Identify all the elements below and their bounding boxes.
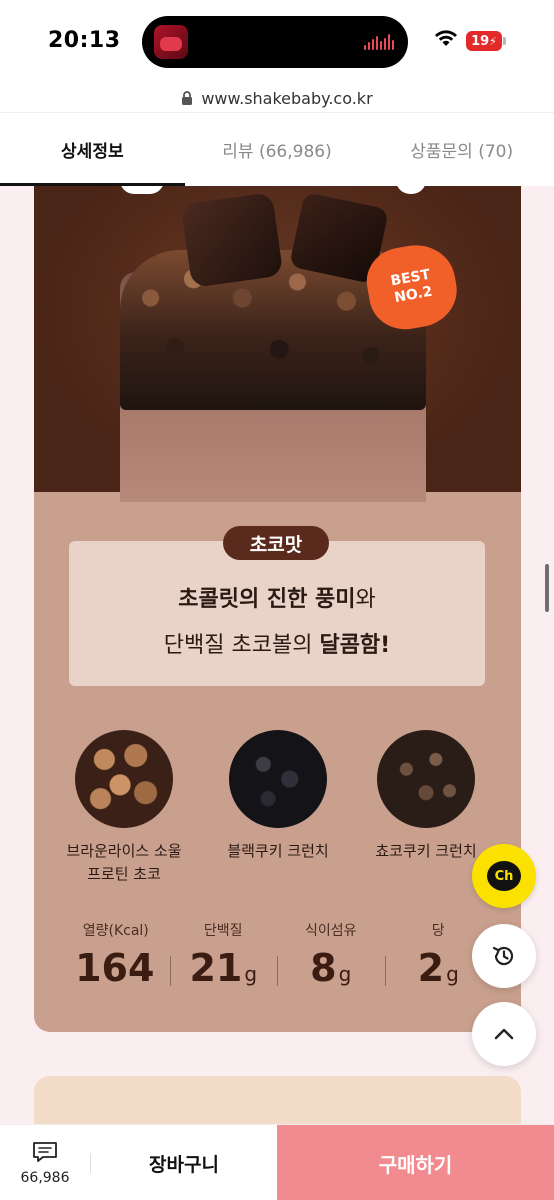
audio-wave-icon [364, 34, 394, 50]
battery-tip [503, 37, 506, 45]
topping-item: 쵸코쿠키 크런치 [346, 730, 506, 863]
nutrition-item: 열량(Kcal) 164 [62, 920, 170, 1000]
recent-history-button[interactable] [472, 924, 536, 988]
nutrition-facts: 열량(Kcal) 164 단백질 21 g 식이섬유 8g 당 2g [62, 920, 492, 1000]
status-bar: 20:13 19 ⚡ [0, 0, 554, 84]
description-box: 초콜릿의 진한 풍미와 단백질 초코볼의 달콤함! [69, 541, 485, 686]
wifi-icon [435, 30, 457, 46]
nutrition-item: 식이섬유 8g [277, 920, 385, 1000]
chocolate-cube-image [180, 192, 284, 288]
nutrition-value: 164 [62, 946, 170, 996]
review-count: 66,986 [20, 1170, 70, 1186]
nutrition-label: 열량(Kcal) [82, 923, 149, 939]
now-playing-artwork [154, 25, 188, 59]
nutrition-unit: g [244, 962, 258, 986]
nutrition-item: 단백질 21 g [169, 920, 278, 1000]
product-photo: BEST NO.2 [34, 186, 521, 502]
nutrition-unit: g [338, 962, 352, 986]
url-bar[interactable]: www.shakebaby.co.kr [0, 84, 554, 112]
url-text: www.shakebaby.co.kr [201, 88, 373, 108]
lock-icon [182, 91, 193, 105]
review-shortcut[interactable]: 66,986 [0, 1125, 90, 1200]
chat-icon [33, 1142, 57, 1162]
nutrition-value: 8g [277, 946, 385, 996]
nutrition-number: 8 [310, 946, 337, 990]
description-emphasis: 초콜릿의 진한 풍미 [178, 587, 356, 612]
nutrition-label: 단백질 [203, 923, 243, 939]
scroll-top-button[interactable] [472, 1002, 536, 1066]
bottom-action-bar: 66,986 장바구니 구매하기 [0, 1124, 554, 1200]
decoration [120, 186, 164, 194]
nutrition-value: 21 g [170, 946, 278, 996]
divider [90, 1153, 91, 1173]
topping-label: 블랙쿠키 크런치 [227, 842, 329, 860]
nutrition-unit: g [446, 962, 459, 986]
topping-label-line: 브라운라이스 소울 [66, 842, 182, 860]
decoration [396, 186, 426, 194]
cart-button[interactable]: 장바구니 [92, 1125, 276, 1200]
topping-image [377, 730, 475, 828]
topping-item: 블랙쿠키 크런치 [198, 730, 358, 863]
description-line-1: 초콜릿의 진한 풍미와 [69, 581, 485, 613]
status-time: 20:13 [48, 28, 121, 53]
buy-button[interactable]: 구매하기 [277, 1125, 554, 1200]
flavor-label: 초코맛 [223, 526, 329, 560]
scrollbar-thumb[interactable] [545, 564, 549, 612]
tab-bar: 상세정보 리뷰 (66,986) 상품문의 (70) [0, 112, 554, 186]
description-line-2: 단백질 초코볼의 달콤함! [69, 627, 485, 659]
topping-image [229, 730, 327, 828]
history-icon [492, 946, 514, 966]
product-detail-card: BEST NO.2 초코맛 초콜릿의 진한 풍미와 단백질 초코볼의 달콤함! … [34, 186, 521, 1032]
tab-reviews[interactable]: 리뷰 (66,986) [185, 113, 370, 186]
nutrition-label: 식이섬유 [304, 923, 357, 939]
tab-details[interactable]: 상세정보 [0, 113, 185, 186]
dynamic-island[interactable] [142, 16, 408, 68]
description-emphasis: 달콤함! [319, 633, 391, 658]
description-text: 와 [355, 587, 376, 612]
nutrition-number: 2 [417, 946, 445, 990]
screen: 20:13 19 ⚡ www.shakebaby.co.kr 상세정보 리뷰 (6… [0, 0, 554, 1200]
chevron-up-icon [494, 1028, 514, 1040]
kakao-channel-button[interactable]: Ch [472, 844, 536, 908]
topping-image [75, 730, 173, 828]
topping-label-line: 프로틴 초코 [87, 865, 161, 883]
channel-icon: Ch [487, 861, 521, 891]
nutrition-label: 당 [431, 923, 445, 939]
topping-label: 브라운라이스 소울프로틴 초코 [44, 840, 204, 886]
nutrition-number: 164 [75, 946, 155, 990]
topping-item: 브라운라이스 소울프로틴 초코 [44, 730, 204, 886]
nutrition-number: 21 [189, 946, 243, 990]
battery-level: 19 [471, 33, 490, 49]
tab-qna[interactable]: 상품문의 (70) [369, 113, 554, 186]
battery-icon: 19 ⚡ [466, 31, 502, 51]
description-text: 단백질 초코볼의 [163, 633, 320, 658]
